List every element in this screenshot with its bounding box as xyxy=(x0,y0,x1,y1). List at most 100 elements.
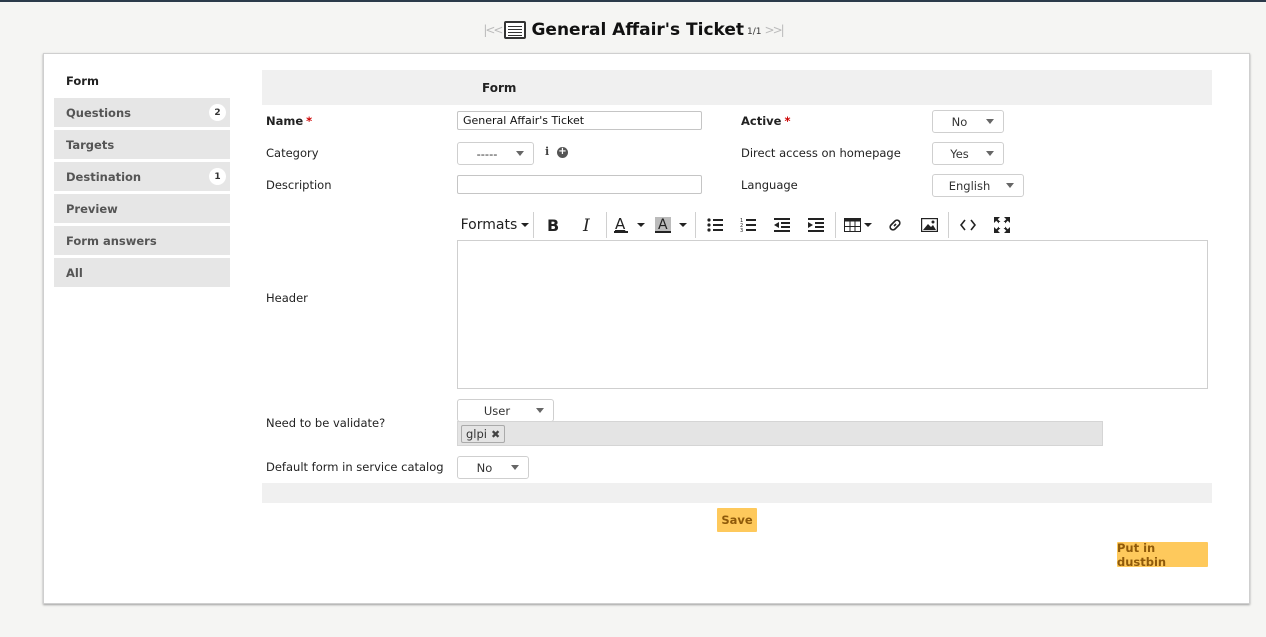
last-page-icon[interactable]: >>| xyxy=(765,23,785,37)
name-label: Name * xyxy=(266,114,312,128)
description-input[interactable] xyxy=(457,175,702,194)
indent-icon xyxy=(808,218,825,232)
validate-select[interactable]: User xyxy=(457,399,554,422)
text-color-icon: A xyxy=(613,216,628,233)
direct-access-select[interactable]: Yes xyxy=(932,142,1004,165)
chevron-down-icon xyxy=(511,465,519,470)
tab-all[interactable]: All xyxy=(54,258,230,287)
first-page-icon[interactable]: |<< xyxy=(483,23,503,37)
active-value: No xyxy=(951,114,968,129)
italic-icon: I xyxy=(582,217,590,233)
active-select[interactable]: No xyxy=(932,110,1004,133)
svg-text:3: 3 xyxy=(740,228,743,233)
page-title: General Affair's Ticket xyxy=(531,20,745,40)
required-mark: * xyxy=(784,114,791,128)
table-icon xyxy=(844,218,862,232)
tab-label: Questions xyxy=(66,105,131,120)
header-editor[interactable] xyxy=(457,240,1208,389)
tag-label: glpi xyxy=(466,427,487,441)
outdent-icon xyxy=(774,218,791,232)
link-button[interactable] xyxy=(878,211,912,239)
tab-preview[interactable]: Preview xyxy=(54,194,230,223)
fullscreen-icon xyxy=(994,217,1011,233)
tab-questions[interactable]: Questions 2 xyxy=(54,98,230,127)
editor-toolbar: Formats B I A A 123 xyxy=(459,210,1019,240)
top-border xyxy=(0,0,1266,2)
header-label: Header xyxy=(266,291,308,305)
description-label: Description xyxy=(266,178,332,192)
pager-count: 1/1 xyxy=(747,27,762,37)
language-select[interactable]: English xyxy=(932,174,1024,197)
svg-text:B: B xyxy=(547,217,559,233)
table-button[interactable] xyxy=(838,211,878,239)
info-icon[interactable]: i xyxy=(545,145,549,158)
tab-label: Form xyxy=(66,73,99,88)
italic-button[interactable]: I xyxy=(570,211,604,239)
tab-list: Form Questions 2 Targets Destination 1 P… xyxy=(54,66,230,290)
code-icon xyxy=(960,219,977,231)
section-title: Form xyxy=(482,81,517,95)
tab-targets[interactable]: Targets xyxy=(54,130,230,159)
background-color-icon: A xyxy=(654,217,671,233)
tab-label: Form answers xyxy=(66,233,157,248)
numbered-list-button[interactable]: 123 xyxy=(732,211,766,239)
chevron-down-icon xyxy=(1006,183,1014,188)
count-badge: 1 xyxy=(209,168,226,185)
chevron-down-icon xyxy=(636,223,645,227)
language-value: English xyxy=(948,178,991,193)
default-form-value: No xyxy=(476,460,493,475)
chevron-down-icon xyxy=(536,408,544,413)
bullet-list-icon xyxy=(706,218,723,232)
outdent-button[interactable] xyxy=(765,211,799,239)
active-label: Active * xyxy=(741,114,790,128)
validate-label: Need to be validate? xyxy=(266,416,386,430)
formats-menu[interactable]: Formats xyxy=(459,211,531,239)
text-color-button[interactable]: A xyxy=(609,211,649,239)
svg-text:A: A xyxy=(658,217,668,233)
form-list-icon xyxy=(504,21,527,39)
direct-access-value: Yes xyxy=(950,146,969,161)
tab-label: All xyxy=(66,265,83,280)
direct-access-label: Direct access on homepage xyxy=(741,146,901,160)
tab-label: Preview xyxy=(66,201,118,216)
put-in-dustbin-button[interactable]: Put in dustbin xyxy=(1117,541,1208,569)
save-button[interactable]: Save xyxy=(717,508,757,532)
category-value: ----- xyxy=(476,146,498,161)
category-label: Category xyxy=(266,146,319,160)
tab-destination[interactable]: Destination 1 xyxy=(54,162,230,191)
name-input[interactable] xyxy=(457,111,702,130)
remove-tag-icon[interactable]: ✖ xyxy=(491,428,500,441)
image-icon xyxy=(920,218,938,232)
link-icon xyxy=(889,219,901,231)
chevron-down-icon xyxy=(986,119,994,124)
validator-tag-input[interactable]: glpi ✖ xyxy=(457,421,1103,446)
chevron-down-icon xyxy=(986,151,994,156)
numbered-list-icon: 123 xyxy=(740,218,757,233)
validate-value: User xyxy=(483,403,511,418)
chevron-down-icon xyxy=(864,223,873,227)
bold-button[interactable]: B xyxy=(536,211,570,239)
toolbar-divider xyxy=(532,212,534,238)
default-form-select[interactable]: No xyxy=(457,456,529,479)
indent-button[interactable] xyxy=(799,211,833,239)
add-category-icon[interactable]: + xyxy=(557,147,568,158)
category-select[interactable]: ----- xyxy=(457,142,534,165)
count-badge: 2 xyxy=(209,104,226,121)
tab-label: Targets xyxy=(66,137,115,152)
image-button[interactable] xyxy=(912,211,946,239)
svg-text:I: I xyxy=(582,217,590,233)
bullet-list-button[interactable] xyxy=(698,211,732,239)
toolbar-divider xyxy=(694,212,696,238)
toolbar-divider xyxy=(605,212,607,238)
tab-form[interactable]: Form xyxy=(54,66,230,95)
background-color-button[interactable]: A xyxy=(649,211,693,239)
main-panel: Form Questions 2 Targets Destination 1 P… xyxy=(43,53,1250,604)
chevron-down-icon xyxy=(521,223,530,227)
validator-tag: glpi ✖ xyxy=(461,425,506,443)
form-section-header: Form xyxy=(262,70,1212,105)
name-label-text: Name xyxy=(266,114,304,128)
tab-form-answers[interactable]: Form answers xyxy=(54,226,230,255)
source-code-button[interactable] xyxy=(951,211,985,239)
form-footer-bar xyxy=(262,483,1212,503)
fullscreen-button[interactable] xyxy=(985,211,1019,239)
